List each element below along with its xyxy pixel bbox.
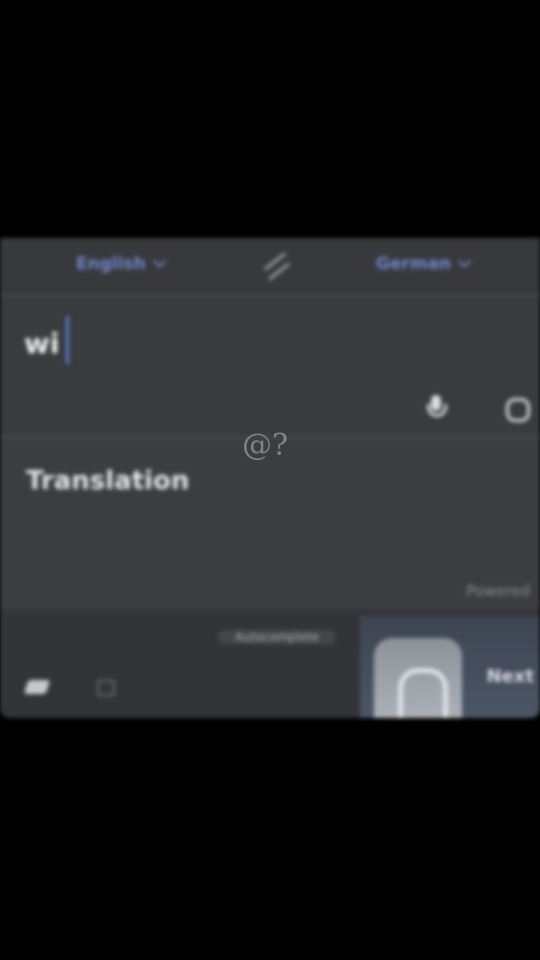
microphone-icon[interactable]	[421, 392, 451, 422]
source-language-label: English	[76, 254, 146, 274]
watermark: @?	[242, 428, 289, 463]
suggestion-chip[interactable]: Autocomplete	[218, 630, 336, 644]
input-tools	[377, 392, 530, 424]
language-bar: English German	[0, 238, 540, 296]
next-key[interactable]: Next	[487, 666, 535, 687]
clipboard-icon[interactable]	[93, 674, 117, 696]
translation-text: Translation	[26, 466, 190, 496]
keyboard-panel: Next	[360, 616, 540, 718]
attribution-link[interactable]: Powered	[466, 582, 530, 600]
chevron-down-icon	[152, 255, 166, 268]
text-cursor	[66, 316, 69, 364]
source-text: wi	[24, 327, 60, 360]
chevron-down-icon	[458, 255, 472, 268]
handwriting-icon[interactable]	[23, 674, 52, 696]
camera-icon[interactable]	[500, 392, 530, 422]
target-language-selector[interactable]: German	[376, 254, 472, 274]
target-language-label: German	[376, 254, 452, 274]
translator-window: English German wi Translation Powered Au…	[0, 238, 540, 718]
bottom-bar: Autocomplete Next	[0, 610, 540, 718]
screen: English German wi Translation Powered Au…	[0, 0, 540, 960]
source-language-selector[interactable]: English	[76, 254, 166, 274]
swap-languages-button[interactable]	[258, 250, 294, 282]
key-preview[interactable]	[374, 638, 462, 718]
source-text-input[interactable]: wi	[0, 296, 540, 438]
bottom-toolbar	[23, 674, 117, 700]
translation-output: Translation Powered	[0, 438, 540, 606]
